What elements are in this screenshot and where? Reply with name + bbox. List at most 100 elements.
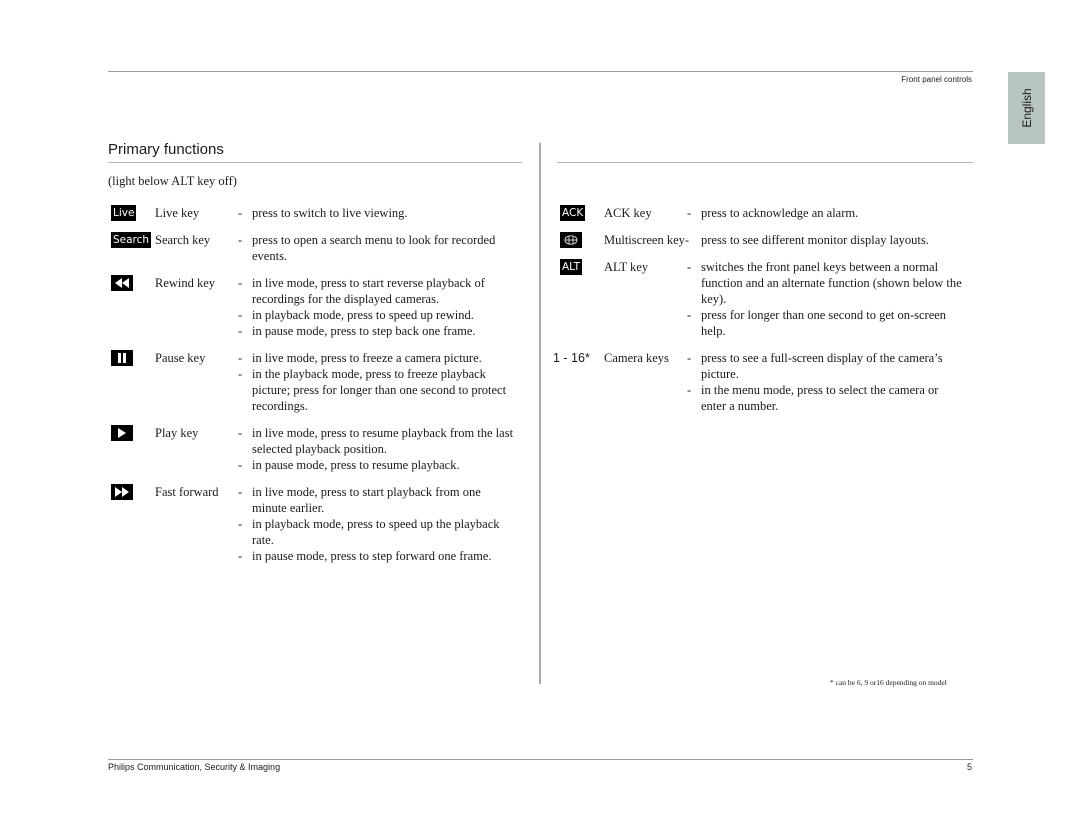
column-divider xyxy=(539,143,541,684)
description-line: function and an alternate function (show… xyxy=(689,275,977,291)
description-text: key). xyxy=(701,292,727,306)
bullet-dash: - xyxy=(687,351,692,365)
language-tab: English xyxy=(1008,72,1045,144)
description-text: press to open a search menu to look for … xyxy=(252,233,496,247)
description-text: press to switch to live viewing. xyxy=(252,206,408,220)
description-line: enter a number. xyxy=(689,398,977,414)
key-name: Fast forward xyxy=(155,485,219,499)
description-line: - press for longer than one second to get… xyxy=(687,307,977,323)
key-name: Live key xyxy=(155,206,200,220)
description-text: recordings. xyxy=(252,399,308,413)
bullet-dash: - xyxy=(238,233,243,247)
description-line: events. xyxy=(240,248,528,264)
description-text: press to acknowledge an alarm. xyxy=(701,206,859,220)
left-column: Live Live key - press to switch to live vie… xyxy=(108,205,528,575)
description-text: recordings for the displayed cameras. xyxy=(252,292,440,306)
description-line: help. xyxy=(689,323,977,339)
key-entry: Rewind key - in live mode, press to start … xyxy=(108,275,528,339)
bullet-dash: - xyxy=(238,367,243,381)
key-name: Camera keys xyxy=(604,351,669,365)
description-text: in playback mode, press to speed up rewi… xyxy=(252,308,474,322)
rewind-icon xyxy=(111,275,133,291)
key-entry: Pause key - in live mode, press to freeze … xyxy=(108,350,528,414)
description-line: - in the playback mode, press to freeze p… xyxy=(238,366,528,382)
page-number: 5 xyxy=(966,762,972,772)
description-line: - press to open a search menu to look for… xyxy=(238,232,528,248)
description-text: in playback mode, press to speed up the … xyxy=(252,517,500,531)
key-entry: 1 - 16* Camera keys - press to see a full-s… xyxy=(553,350,977,414)
key-name: ALT key xyxy=(604,260,649,274)
key-description: - in live mode, press to start playback f… xyxy=(238,484,528,564)
key-description: - in live mode, press to freeze a camera … xyxy=(238,350,528,414)
description-text: function and an alternate function (show… xyxy=(701,276,962,290)
footer-company: Philips Communication, Security & Imagin… xyxy=(108,762,281,772)
description-line: picture. xyxy=(689,366,977,382)
description-line: key). xyxy=(689,291,977,307)
key-description: - in live mode, press to start reverse pl… xyxy=(238,275,528,339)
description-line: - switches the front panel keys between a… xyxy=(687,259,977,275)
right-column: ACK ACK key - press to acknowledge an alarm… xyxy=(553,205,977,425)
key-name: Rewind key xyxy=(155,276,216,290)
description-line: rate. xyxy=(240,532,528,548)
key-entry: Play key - in live mode, press to resume p… xyxy=(108,425,528,473)
bullet-dash: - xyxy=(238,549,243,563)
description-line: minute earlier. xyxy=(240,500,528,516)
key-entry: ACK ACK key - press to acknowledge an alarm… xyxy=(557,205,977,221)
bullet-dash: - xyxy=(238,426,243,440)
description-line: - press to see a full-screen display of t… xyxy=(687,350,977,366)
description-text: events. xyxy=(252,249,288,263)
description-text: in the playback mode, press to freeze pl… xyxy=(252,367,486,381)
header-rule xyxy=(108,71,973,72)
footer-rule xyxy=(108,759,973,760)
key-description: - press to see a full-screen display of t… xyxy=(687,350,977,414)
key-name: ACK key xyxy=(604,206,652,220)
bullet-dash: - xyxy=(687,206,692,220)
bullet-dash: - xyxy=(687,260,692,274)
key-entry: Multiscreen key-press to see different m… xyxy=(557,232,977,248)
description-line: - in pause mode, press to step forward on… xyxy=(238,548,528,564)
alt-key-icon: ALT xyxy=(560,259,583,275)
description-text: press for longer than one second to get … xyxy=(701,308,947,322)
search-key-icon: Search xyxy=(111,232,152,248)
key-entry: ALT ALT key - switches the front panel keys… xyxy=(557,259,977,339)
description-line: press to see different monitor display l… xyxy=(689,232,977,248)
description-line: recordings for the displayed cameras. xyxy=(240,291,528,307)
key-description: press to see different monitor display l… xyxy=(689,232,977,248)
multiscreen-icon xyxy=(560,232,582,248)
key-name: Play key xyxy=(155,426,199,440)
key-entry: Search Search key - press to open a search … xyxy=(108,232,528,264)
bullet-dash: - xyxy=(687,383,692,397)
bullet-dash: - xyxy=(687,308,692,322)
bullet-dash: - xyxy=(238,517,243,531)
description-line: - press to acknowledge an alarm. xyxy=(687,205,977,221)
key-name: Pause key xyxy=(155,351,206,365)
description-text: selected playback position. xyxy=(252,442,388,456)
description-text: in live mode, press to resume playback f… xyxy=(252,426,514,440)
description-text: in pause mode, press to step back one fr… xyxy=(252,324,476,338)
description-text: in pause mode, press to resume playback. xyxy=(252,458,460,472)
description-text: picture; press for longer than one secon… xyxy=(252,383,507,397)
description-line: selected playback position. xyxy=(240,441,528,457)
description-text: help. xyxy=(701,324,726,338)
page-subtitle: (light below ALT key off) xyxy=(108,174,237,188)
play-icon xyxy=(111,425,133,441)
description-line: - in live mode, press to start playback f… xyxy=(238,484,528,500)
description-line: - in live mode, press to start reverse pl… xyxy=(238,275,528,291)
description-text: in pause mode, press to step forward one… xyxy=(252,549,492,563)
description-line: - in live mode, press to resume playback … xyxy=(238,425,528,441)
description-text: picture. xyxy=(701,367,739,381)
bullet-dash: - xyxy=(238,324,243,338)
key-description: - switches the front panel keys between a… xyxy=(687,259,977,339)
right-heading-rule xyxy=(557,162,973,163)
description-line: - in the menu mode, press to select the c… xyxy=(687,382,977,398)
description-text: in the menu mode, press to select the ca… xyxy=(701,383,939,397)
description-line: recordings. xyxy=(240,398,528,414)
description-text: switches the front panel keys between a … xyxy=(701,260,939,274)
description-line: - press to switch to live viewing. xyxy=(238,205,528,221)
fast-forward-icon xyxy=(111,484,133,500)
bullet-dash: - xyxy=(238,206,243,220)
key-description: - in live mode, press to resume playback … xyxy=(238,425,528,473)
description-line: picture; press for longer than one secon… xyxy=(240,382,528,398)
camera-keys-range: 1 - 16* xyxy=(553,351,590,365)
key-name: Multiscreen key- xyxy=(604,233,690,247)
